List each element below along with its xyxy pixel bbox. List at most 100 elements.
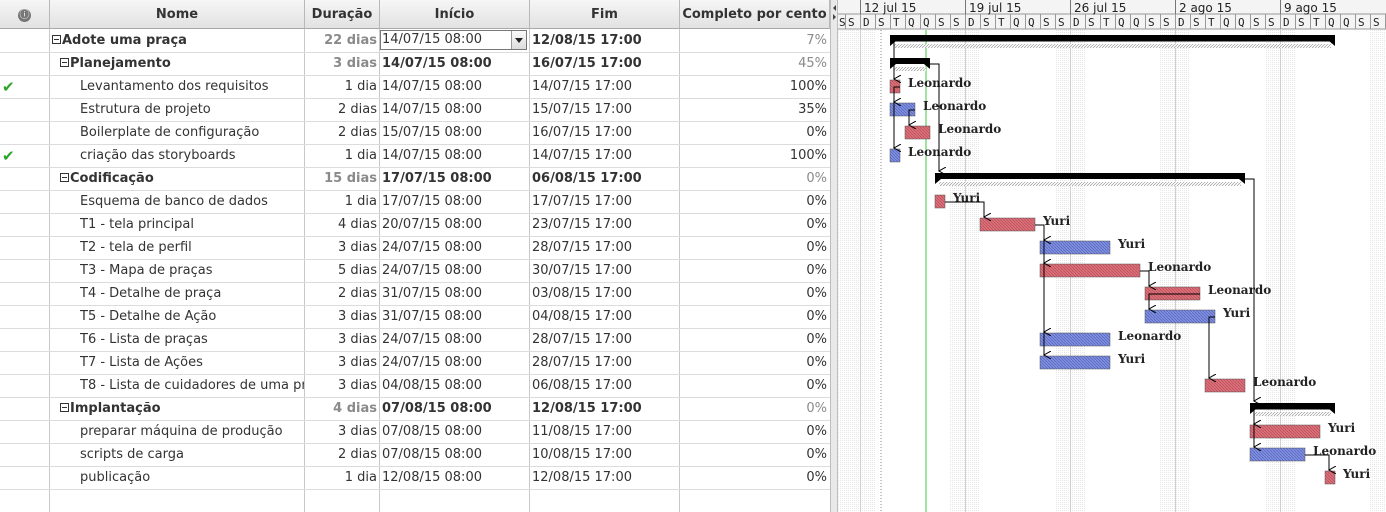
task-name[interactable]: T3 - Mapa de praças xyxy=(80,260,304,282)
task-start[interactable]: 14/07/15 08:00 xyxy=(382,145,528,167)
task-row[interactable]: Estrutura de projeto 2 dias 14/07/15 08:00… xyxy=(0,99,830,122)
task-start[interactable]: 14/07/15 08:00 xyxy=(382,76,528,98)
task-duration[interactable]: 1 dia xyxy=(305,191,377,213)
task-end[interactable]: 06/08/15 17:00 xyxy=(532,375,678,397)
task-row[interactable]: T7 - Lista de Ações 3 dias 24/07/15 08:00 2… xyxy=(0,352,830,375)
task-name[interactable]: T8 - Lista de cuidadores de uma praça xyxy=(80,375,304,397)
task-name[interactable]: Boilerplate de configuração xyxy=(80,122,304,144)
task-start[interactable]: 17/07/15 08:00 xyxy=(382,168,528,190)
task-name[interactable]: T2 - tela de perfil xyxy=(80,237,304,259)
task-row[interactable]: T5 - Detalhe de Ação 3 dias 31/07/15 08:00… xyxy=(0,306,830,329)
task-end[interactable]: 15/07/15 17:00 xyxy=(532,99,678,121)
task-name[interactable]: scripts de carga xyxy=(80,444,304,466)
collapse-toggle-icon[interactable] xyxy=(60,173,69,182)
task-end[interactable]: 28/07/15 17:00 xyxy=(532,329,678,351)
task-percent[interactable]: 0% xyxy=(680,168,827,190)
task-percent[interactable]: 0% xyxy=(680,214,827,236)
task-duration[interactable]: 2 dias xyxy=(305,122,377,144)
task-percent[interactable]: 100% xyxy=(680,145,827,167)
task-end[interactable]: 16/07/15 17:00 xyxy=(532,53,678,75)
task-start[interactable]: 07/08/15 08:00 xyxy=(382,398,528,420)
summary-task-row[interactable]: Codificação 15 dias 17/07/15 08:00 06/08/15… xyxy=(0,168,830,191)
task-percent[interactable]: 0% xyxy=(680,283,827,305)
task-row[interactable]: publicação 1 dia 12/08/15 08:00 12/08/15 17… xyxy=(0,467,830,490)
task-name[interactable]: publicação xyxy=(80,467,304,489)
task-end[interactable]: 23/07/15 17:00 xyxy=(532,214,678,236)
task-row[interactable]: T6 - Lista de praças 3 dias 24/07/15 08:00… xyxy=(0,329,830,352)
task-percent[interactable]: 45% xyxy=(680,53,827,75)
task-duration[interactable]: 4 dias xyxy=(305,398,377,420)
task-duration[interactable]: 22 dias xyxy=(305,30,377,52)
pane-splitter[interactable] xyxy=(830,0,838,512)
dropdown-arrow-icon[interactable] xyxy=(511,31,526,49)
task-name[interactable]: Adote uma praça xyxy=(52,30,304,52)
task-end[interactable]: 04/08/15 17:00 xyxy=(532,306,678,328)
task-duration[interactable]: 3 dias xyxy=(305,53,377,75)
task-row[interactable]: Esquema de banco de dados 1 dia 17/07/15 0… xyxy=(0,191,830,214)
task-duration[interactable]: 2 dias xyxy=(305,444,377,466)
task-start[interactable]: 24/07/15 08:00 xyxy=(382,237,528,259)
task-row[interactable]: ✔ criação das storyboards 1 dia 14/07/15 08… xyxy=(0,145,830,168)
task-percent[interactable]: 0% xyxy=(680,467,827,489)
end-column-header[interactable]: Fim xyxy=(530,0,680,29)
task-duration[interactable]: 1 dia xyxy=(305,76,377,98)
collapse-toggle-icon[interactable] xyxy=(60,58,69,67)
collapse-toggle-icon[interactable] xyxy=(60,403,69,412)
task-start[interactable]: 24/07/15 08:00 xyxy=(382,260,528,282)
task-percent[interactable]: 0% xyxy=(680,122,827,144)
task-end[interactable]: 28/07/15 17:00 xyxy=(532,352,678,374)
task-start[interactable]: 24/07/15 08:00 xyxy=(382,329,528,351)
task-row[interactable]: scripts de carga 2 dias 07/08/15 08:00 10/0… xyxy=(0,444,830,467)
task-name[interactable]: criação das storyboards xyxy=(80,145,304,167)
summary-task-row[interactable]: Implantação 4 dias 07/08/15 08:00 12/08/15 … xyxy=(0,398,830,421)
percent-column-header[interactable]: Completo por cento xyxy=(680,0,830,29)
task-row[interactable]: T1 - tela principal 4 dias 20/07/15 08:00 2… xyxy=(0,214,830,237)
task-name[interactable]: Planejamento xyxy=(60,53,304,75)
task-start[interactable]: 24/07/15 08:00 xyxy=(382,352,528,374)
task-row[interactable]: T8 - Lista de cuidadores de uma praça3 d… xyxy=(0,375,830,398)
task-percent[interactable]: 0% xyxy=(680,352,827,374)
task-percent[interactable]: 0% xyxy=(680,306,827,328)
task-percent[interactable]: 0% xyxy=(680,329,827,351)
task-percent[interactable]: 0% xyxy=(680,191,827,213)
task-end[interactable]: 10/08/15 17:00 xyxy=(532,444,678,466)
task-duration[interactable]: 3 dias xyxy=(305,421,377,443)
task-start[interactable]: 04/08/15 08:00 xyxy=(382,375,528,397)
task-end[interactable]: 28/07/15 17:00 xyxy=(532,237,678,259)
task-duration[interactable]: 2 dias xyxy=(305,99,377,121)
task-percent[interactable]: 35% xyxy=(680,99,827,121)
task-start[interactable]: 31/07/15 08:00 xyxy=(382,283,528,305)
task-row[interactable]: preparar máquina de produção 3 dias 07/08/… xyxy=(0,421,830,444)
task-name[interactable]: Esquema de banco de dados xyxy=(80,191,304,213)
task-end[interactable]: 03/08/15 17:00 xyxy=(532,283,678,305)
task-name[interactable]: Implantação xyxy=(60,398,304,420)
task-start[interactable]: 17/07/15 08:00 xyxy=(382,191,528,213)
task-end[interactable]: 30/07/15 17:00 xyxy=(532,260,678,282)
task-duration[interactable]: 1 dia xyxy=(305,467,377,489)
collapse-toggle-icon[interactable] xyxy=(52,35,61,44)
task-name[interactable]: T4 - Detalhe de praça xyxy=(80,283,304,305)
task-row[interactable]: T2 - tela de perfil 3 dias 24/07/15 08:00 2… xyxy=(0,237,830,260)
task-duration[interactable]: 3 dias xyxy=(305,306,377,328)
task-end[interactable]: 12/08/15 17:00 xyxy=(532,467,678,489)
task-end[interactable]: 12/08/15 17:00 xyxy=(532,30,678,52)
task-start[interactable]: 15/07/15 08:00 xyxy=(382,122,528,144)
task-percent[interactable]: 0% xyxy=(680,444,827,466)
task-duration[interactable]: 4 dias xyxy=(305,214,377,236)
task-percent[interactable]: 100% xyxy=(680,76,827,98)
task-duration[interactable]: 3 dias xyxy=(305,329,377,351)
name-column-header[interactable]: Nome xyxy=(50,0,305,29)
task-end[interactable]: 12/08/15 17:00 xyxy=(532,398,678,420)
task-end[interactable]: 11/08/15 17:00 xyxy=(532,421,678,443)
task-end[interactable]: 14/07/15 17:00 xyxy=(532,76,678,98)
task-percent[interactable]: 0% xyxy=(680,237,827,259)
task-name[interactable]: Levantamento dos requisitos xyxy=(80,76,304,98)
task-duration[interactable]: 2 dias xyxy=(305,283,377,305)
task-duration[interactable]: 3 dias xyxy=(305,237,377,259)
task-duration[interactable]: 3 dias xyxy=(305,375,377,397)
task-duration[interactable]: 1 dia xyxy=(305,145,377,167)
duration-column-header[interactable]: Duração xyxy=(305,0,380,29)
task-start[interactable]: 31/07/15 08:00 xyxy=(382,306,528,328)
task-name[interactable]: T7 - Lista de Ações xyxy=(80,352,304,374)
start-date-editor[interactable]: 14/07/15 08:00 xyxy=(380,30,527,50)
